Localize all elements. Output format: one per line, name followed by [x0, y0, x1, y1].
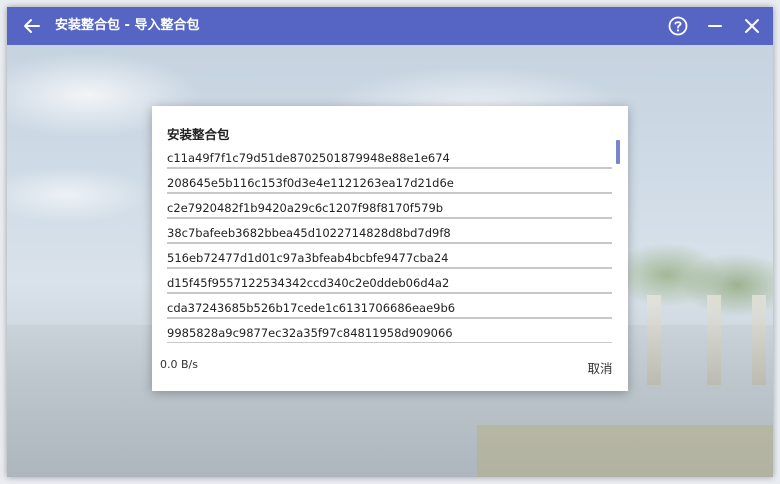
- task-progress-bar: [167, 242, 612, 244]
- task-name: 208645e5b116c153f0d3e4e1121263ea17d21d6e: [167, 176, 454, 190]
- task-progress-bar: [167, 167, 612, 169]
- back-button[interactable]: [17, 11, 47, 41]
- task-item: 208645e5b116c153f0d3e4e1121263ea17d21d6e: [167, 171, 614, 196]
- background-scene: 安装整合包 c11a49f7f1c79d51de8702501879948e88…: [7, 45, 773, 477]
- minimize-icon: [708, 25, 722, 27]
- window-title: 安装整合包 - 导入整合包: [55, 18, 200, 33]
- task-item: c2e7920482f1b9420a29c6c1207f98f8170f579b: [167, 196, 614, 221]
- background-tree-trunk: [707, 295, 721, 385]
- app-window: 安装整合包 - 导入整合包 安装整合包 c11a49f7f1c79d51de87…: [7, 7, 773, 477]
- close-icon: [745, 19, 759, 33]
- task-progress-bar: [167, 292, 612, 294]
- task-name: c11a49f7f1c79d51de8702501879948e88e1e674: [167, 151, 450, 165]
- task-progress-bar: [167, 192, 612, 194]
- dialog-title: 安装整合包: [167, 127, 230, 142]
- task-name: 38c7bafeeb3682bbea45d1022714828d8bd7d9f8: [167, 226, 451, 240]
- background-tree-trunk: [647, 295, 661, 385]
- task-item: c11a49f7f1c79d51de8702501879948e88e1e674: [167, 146, 614, 171]
- task-progress-bar: [167, 217, 612, 219]
- task-progress-bar: [167, 342, 612, 343]
- task-item: 9985828a9c9877ec32a35f97c84811958d909066: [167, 321, 614, 343]
- task-name: d15f45f9557122534342ccd340c2e0ddeb06d4a2: [167, 276, 450, 290]
- task-name: c2e7920482f1b9420a29c6c1207f98f8170f579b: [167, 201, 444, 215]
- close-button[interactable]: [737, 11, 767, 41]
- task-list[interactable]: c11a49f7f1c79d51de8702501879948e88e1e674…: [167, 146, 614, 343]
- task-name: cda37243685b526b17cede1c6131706686eae9b6: [167, 301, 456, 315]
- task-item: 38c7bafeeb3682bbea45d1022714828d8bd7d9f8: [167, 221, 614, 246]
- help-circle-icon: [668, 16, 688, 36]
- minimize-button[interactable]: [700, 11, 730, 41]
- background-tree: [607, 215, 773, 335]
- download-speed: 0.0 B/s: [160, 358, 198, 371]
- background-tree-trunk: [752, 295, 766, 385]
- task-item: d15f45f9557122534342ccd340c2e0ddeb06d4a2: [167, 271, 614, 296]
- background-hill: [477, 425, 773, 477]
- task-progress-bar: [167, 267, 612, 269]
- help-button[interactable]: [663, 11, 693, 41]
- task-name: 516eb72477d1d01c97a3bfeab4bcbfe9477cba24: [167, 251, 449, 265]
- scrollbar-thumb[interactable]: [616, 140, 620, 164]
- cancel-button[interactable]: 取消: [580, 358, 620, 380]
- task-progress-bar: [167, 317, 612, 319]
- task-item: cda37243685b526b17cede1c6131706686eae9b6: [167, 296, 614, 321]
- task-name: 9985828a9c9877ec32a35f97c84811958d909066: [167, 326, 453, 340]
- install-dialog: 安装整合包 c11a49f7f1c79d51de8702501879948e88…: [152, 106, 628, 391]
- arrow-left-icon: [24, 19, 40, 33]
- task-item: 516eb72477d1d01c97a3bfeab4bcbfe9477cba24: [167, 246, 614, 271]
- title-bar: 安装整合包 - 导入整合包: [7, 7, 773, 45]
